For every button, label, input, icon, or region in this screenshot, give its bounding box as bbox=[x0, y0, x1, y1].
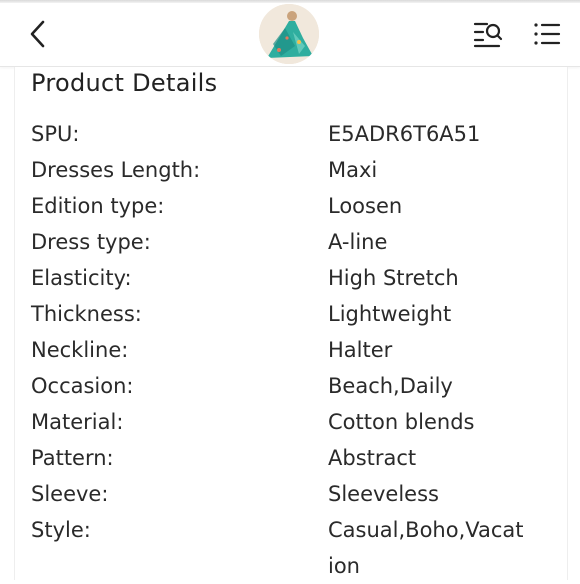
detail-value: Maxi bbox=[328, 158, 378, 182]
detail-value: Casual,Boho,Vacation bbox=[328, 518, 524, 578]
detail-value: A-line bbox=[328, 230, 388, 254]
search-list-icon bbox=[473, 22, 503, 48]
detail-row-thickness: Thickness: Lightweight bbox=[0, 296, 580, 332]
top-navigation-bar bbox=[0, 0, 580, 67]
detail-row-sleeve: Sleeve: Sleeveless bbox=[0, 476, 580, 512]
detail-row-style: Style: Casual,Boho,Vacation bbox=[0, 512, 580, 584]
detail-value: Lightweight bbox=[328, 302, 452, 326]
top-edge bbox=[0, 0, 580, 3]
detail-value: Halter bbox=[328, 338, 393, 362]
detail-row-elasticity: Elasticity: High Stretch bbox=[0, 260, 580, 296]
detail-label: Pattern: bbox=[31, 446, 114, 470]
detail-label: Neckline: bbox=[31, 338, 129, 362]
detail-value: Abstract bbox=[328, 446, 417, 470]
detail-label: Thickness: bbox=[31, 302, 142, 326]
detail-value: High Stretch bbox=[328, 266, 459, 290]
detail-value: Beach,Daily bbox=[328, 374, 453, 398]
detail-row-material: Material: Cotton blends bbox=[0, 404, 580, 440]
detail-value: E5ADR6T6A51 bbox=[328, 122, 481, 146]
detail-label: Occasion: bbox=[31, 374, 134, 398]
menu-button[interactable] bbox=[529, 17, 565, 51]
product-details-list: SPU: E5ADR6T6A51 Dresses Length: Maxi Ed… bbox=[0, 116, 580, 584]
detail-label: Material: bbox=[31, 410, 124, 434]
detail-value: Sleeveless bbox=[328, 482, 439, 506]
detail-label: Edition type: bbox=[31, 194, 165, 218]
menu-list-icon bbox=[534, 23, 561, 45]
detail-value: Loosen bbox=[328, 194, 403, 218]
dress-image bbox=[259, 4, 319, 64]
back-button[interactable] bbox=[22, 18, 54, 50]
section-title: Product Details bbox=[31, 69, 218, 97]
detail-row-pattern: Pattern: Abstract bbox=[0, 440, 580, 476]
detail-row-edition-type: Edition type: Loosen bbox=[0, 188, 580, 224]
detail-row-neckline: Neckline: Halter bbox=[0, 332, 580, 368]
detail-label: Style: bbox=[31, 518, 91, 542]
detail-label: Elasticity: bbox=[31, 266, 132, 290]
detail-label: SPU: bbox=[31, 122, 80, 146]
detail-row-spu: SPU: E5ADR6T6A51 bbox=[0, 116, 580, 152]
detail-label: Sleeve: bbox=[31, 482, 109, 506]
product-thumbnail[interactable] bbox=[259, 4, 319, 64]
detail-row-occasion: Occasion: Beach,Daily bbox=[0, 368, 580, 404]
search-list-button[interactable] bbox=[470, 17, 506, 51]
detail-row-dresses-length: Dresses Length: Maxi bbox=[0, 152, 580, 188]
detail-label: Dress type: bbox=[31, 230, 151, 254]
detail-row-dress-type: Dress type: A-line bbox=[0, 224, 580, 260]
detail-value: Cotton blends bbox=[328, 410, 475, 434]
detail-label: Dresses Length: bbox=[31, 158, 201, 182]
chevron-left-icon bbox=[30, 20, 45, 48]
